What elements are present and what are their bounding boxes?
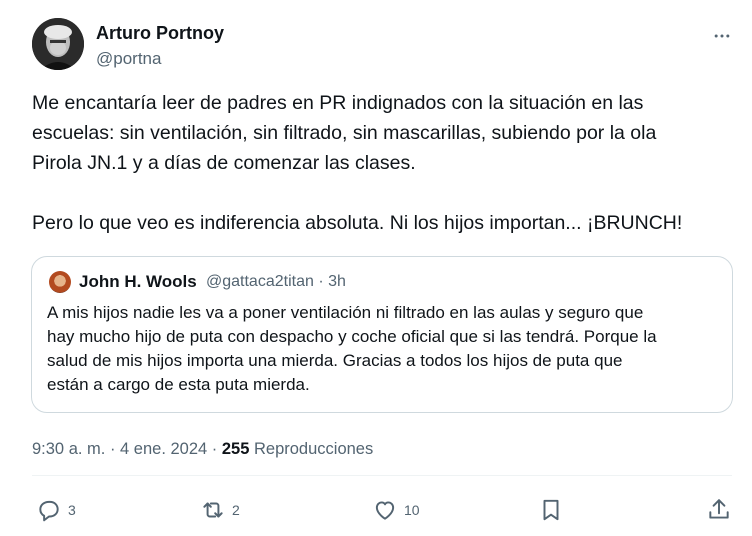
bookmark-icon bbox=[543, 499, 559, 521]
quoted-line: hay mucho hijo de puta con despacho y co… bbox=[47, 327, 657, 346]
retweet-count: 2 bbox=[232, 502, 240, 518]
tweet-line: Me encantaría leer de padres en PR indig… bbox=[32, 92, 644, 114]
bookmark-button[interactable] bbox=[538, 494, 564, 526]
tweet-meta: 9:30 a. m. · 4 ene. 2024 · 255 Reproducc… bbox=[32, 440, 373, 459]
reply-count: 3 bbox=[68, 502, 76, 518]
quoted-author-name: John H. Wools bbox=[79, 272, 197, 291]
like-count: 10 bbox=[404, 502, 420, 518]
quoted-line: A mis hijos nadie les va a poner ventila… bbox=[47, 303, 644, 322]
more-horizontal-icon bbox=[714, 34, 730, 38]
tweet-line: Pirola JN.1 y a días de comenzar las cla… bbox=[32, 152, 416, 174]
divider bbox=[32, 475, 732, 476]
reply-button[interactable]: 3 bbox=[36, 494, 76, 526]
quoted-tweet[interactable]: John H. Wools @gattaca2titan · 3h A mis … bbox=[31, 256, 733, 413]
tweet-header: Arturo Portnoy @portna bbox=[32, 18, 732, 74]
tweet-line: escuelas: sin ventilación, sin filtrado,… bbox=[32, 122, 657, 144]
quoted-tweet-text: A mis hijos nadie les va a poner ventila… bbox=[47, 301, 727, 397]
share-icon bbox=[709, 499, 729, 519]
author-name[interactable]: Arturo Portnoy bbox=[96, 23, 224, 44]
quoted-author-meta: @gattaca2titan · 3h bbox=[206, 273, 346, 290]
share-button[interactable] bbox=[706, 494, 732, 526]
tweet-timestamp[interactable]: 9:30 a. m. · 4 ene. 2024 · bbox=[32, 440, 222, 458]
reply-icon bbox=[39, 500, 59, 522]
author-avatar[interactable] bbox=[32, 18, 84, 70]
author-handle[interactable]: @portna bbox=[96, 49, 161, 69]
quoted-line: salud de mis hijos importa una mierda. G… bbox=[47, 351, 623, 370]
avatar-photo bbox=[32, 18, 84, 70]
tweet-line: Pero lo que veo es indiferencia absoluta… bbox=[32, 212, 683, 234]
quoted-author-avatar bbox=[49, 271, 71, 293]
more-options-button[interactable] bbox=[708, 22, 736, 50]
like-button[interactable]: 10 bbox=[372, 494, 420, 526]
tweet-text: Me encantaría leer de padres en PR indig… bbox=[32, 88, 732, 238]
retweet-icon bbox=[203, 502, 223, 518]
retweet-button[interactable]: 2 bbox=[200, 494, 240, 526]
action-bar: 3 2 10 bbox=[0, 494, 752, 526]
views-count: 255 bbox=[221, 440, 250, 458]
views-label: Reproducciones bbox=[249, 440, 374, 458]
heart-icon bbox=[375, 501, 395, 520]
quoted-line: están a cargo de esta puta mierda. bbox=[47, 375, 310, 394]
